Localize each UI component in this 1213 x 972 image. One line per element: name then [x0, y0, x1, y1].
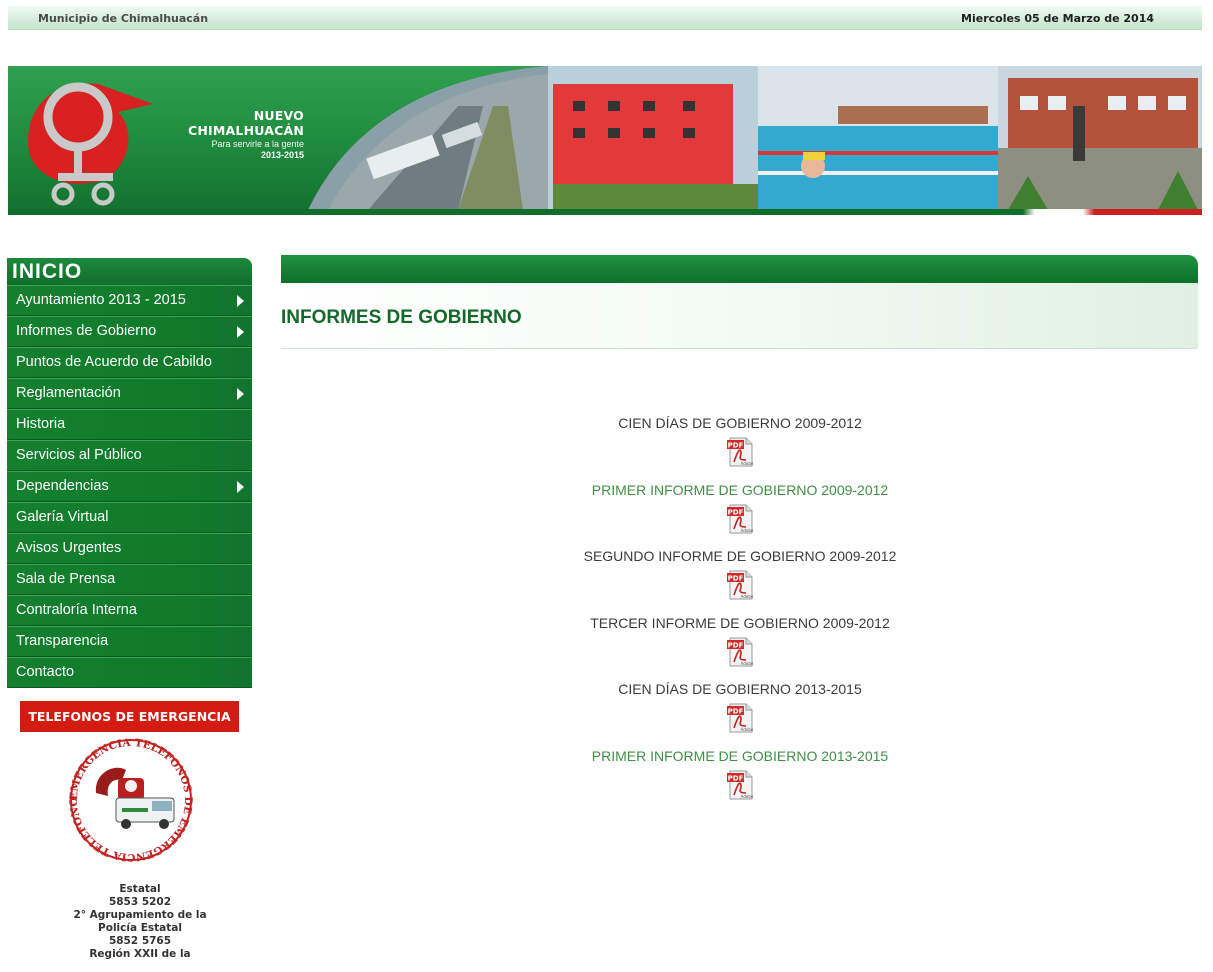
reports-list: CIEN DÍAS DE GOBIERNO 2009-2012 PDF Adobe P…	[460, 415, 1020, 814]
header-banner: NUEVO CHIMALHUACÁN Para servirle a la ge…	[8, 66, 1202, 216]
pdf-icon-label: PDF	[728, 774, 744, 782]
content-header-bar	[281, 255, 1198, 283]
pdf-icon-sublabel: Adobe	[741, 727, 754, 732]
sidebar-item[interactable]: Historia	[7, 409, 252, 440]
sidebar-item[interactable]: Transparencia	[7, 626, 252, 657]
pdf-icon-label: PDF	[728, 641, 744, 649]
sidebar-item[interactable]: Dependencias	[7, 471, 252, 502]
report-item: CIEN DÍAS DE GOBIERNO 2009-2012 PDF Adobe	[460, 415, 1020, 482]
nav-home-link[interactable]: INICIO	[7, 258, 252, 285]
brand-title: NUEVO CHIMALHUACÁN	[188, 108, 304, 138]
sidebar-item-label: Reglamentación	[16, 385, 121, 401]
current-date: Miercoles 05 de Marzo de 2014	[961, 12, 1154, 25]
pdf-icon-label: PDF	[728, 442, 744, 450]
report-item: SEGUNDO INFORME DE GOBIERNO 2009-2012 PDF…	[460, 548, 1020, 615]
pdf-download-icon[interactable]: PDF Adobe	[724, 636, 756, 668]
banner-photo-collage	[308, 66, 1202, 210]
sidebar-item-label: Ayuntamiento 2013 - 2015	[16, 292, 186, 308]
brand-slogan: Para servirle a la gente	[211, 139, 304, 149]
pdf-icon-sublabel: Adobe	[741, 594, 754, 599]
emergency-phone-list: Estatal 5853 5202 2° Agrupamiento de la Pol…	[40, 883, 240, 961]
sidebar-item-label: Galería Virtual	[16, 509, 109, 525]
report-item: PRIMER INFORME DE GOBIERNO 2009-2012 PDF A…	[460, 482, 1020, 549]
sidebar-item-label: Servicios al Público	[16, 447, 142, 463]
brand-text: NUEVO CHIMALHUACÁN Para servirle a la ge…	[154, 108, 304, 160]
sidebar-item-label: Historia	[16, 416, 66, 432]
emergency-phones-seal[interactable]: EMERGENCIA TELEFONOS DE EMERGENCIA TELEF…	[64, 738, 198, 862]
sidebar-item[interactable]: Servicios al Público	[7, 440, 252, 471]
sidebar-item[interactable]: Avisos Urgentes	[7, 533, 252, 564]
sidebar-item-label: Dependencias	[16, 478, 109, 494]
sidebar-item[interactable]: Informes de Gobierno	[7, 316, 252, 347]
top-bar: Municipio de Chimalhuacán Miercoles 05 d…	[8, 6, 1202, 30]
brand-period: 2013-2015	[260, 150, 304, 160]
pdf-download-icon[interactable]: PDF Adobe	[724, 503, 756, 535]
pdf-icon-sublabel: Adobe	[741, 661, 754, 666]
sidebar-item[interactable]: Ayuntamiento 2013 - 2015	[7, 285, 252, 316]
sidebar-menu: INICIO Ayuntamiento 2013 - 2015 Informes …	[7, 258, 252, 688]
pdf-icon-label: PDF	[728, 508, 744, 516]
pdf-download-icon[interactable]: PDF Adobe	[724, 702, 756, 734]
phone-line: Estatal	[119, 883, 161, 895]
pdf-icon-sublabel: Adobe	[741, 528, 754, 533]
pdf-download-icon[interactable]: PDF Adobe	[724, 569, 756, 601]
submenu-arrow-icon	[237, 326, 244, 338]
sidebar-item[interactable]: Reglamentación	[7, 378, 252, 409]
sidebar-item-label: Transparencia	[16, 633, 109, 649]
submenu-arrow-icon	[237, 388, 244, 400]
submenu-arrow-icon	[237, 481, 244, 493]
report-link[interactable]: PRIMER INFORME DE GOBIERNO 2009-2012	[592, 482, 888, 498]
report-item: CIEN DÍAS DE GOBIERNO 2013-2015 PDF Adobe	[460, 681, 1020, 748]
sidebar-item[interactable]: Puntos de Acuerdo de Cabildo	[7, 347, 252, 378]
report-link[interactable]: PRIMER INFORME DE GOBIERNO 2013-2015	[592, 748, 888, 764]
sidebar-item-label: Contraloría Interna	[16, 602, 137, 618]
phone-line: 2° Agrupamiento de la	[73, 909, 207, 921]
municipality-logo	[28, 82, 153, 206]
sidebar-item[interactable]: Contraloría Interna	[7, 595, 252, 626]
pdf-icon-sublabel: Adobe	[741, 461, 754, 466]
pdf-icon-label: PDF	[728, 575, 744, 583]
report-item: PRIMER INFORME DE GOBIERNO 2013-2015 PDF A…	[460, 748, 1020, 815]
report-item: TERCER INFORME DE GOBIERNO 2009-2012 PDF A…	[460, 615, 1020, 682]
municipality-name: Municipio de Chimalhuacán	[38, 12, 209, 25]
report-link[interactable]: CIEN DÍAS DE GOBIERNO 2013-2015	[618, 681, 862, 697]
pdf-download-icon[interactable]: PDF Adobe	[724, 436, 756, 468]
sidebar-item[interactable]: Sala de Prensa	[7, 564, 252, 595]
sidebar-item-label: Puntos de Acuerdo de Cabildo	[16, 354, 212, 370]
page-title: INFORMES DE GOBIERNO	[281, 307, 522, 328]
sidebar-item-label: Avisos Urgentes	[16, 540, 122, 556]
pdf-icon-sublabel: Adobe	[741, 794, 754, 799]
emergency-phones-button[interactable]: TELEFONOS DE EMERGENCIA	[20, 701, 239, 732]
phone-line: Policía Estatal	[98, 922, 182, 934]
pdf-download-icon[interactable]: PDF Adobe	[724, 769, 756, 801]
phone-line: Región XXII de la	[89, 948, 191, 960]
sidebar-item-label: Sala de Prensa	[16, 571, 116, 587]
pdf-icon-label: PDF	[728, 708, 744, 716]
sidebar-item-label: Informes de Gobierno	[16, 323, 157, 339]
phone-line: 5853 5202	[108, 896, 172, 908]
report-link[interactable]: SEGUNDO INFORME DE GOBIERNO 2009-2012	[584, 548, 897, 564]
report-link[interactable]: TERCER INFORME DE GOBIERNO 2009-2012	[590, 615, 890, 631]
sidebar-item[interactable]: Galería Virtual	[7, 502, 252, 533]
submenu-arrow-icon	[237, 295, 244, 307]
nav-items: Ayuntamiento 2013 - 2015 Informes de Gobi…	[7, 285, 252, 688]
banner-bottom-stripe	[8, 209, 1202, 215]
report-link[interactable]: CIEN DÍAS DE GOBIERNO 2009-2012	[618, 415, 862, 431]
phone-line: 5852 5765	[108, 935, 172, 947]
sidebar-item[interactable]: Contacto	[7, 657, 252, 688]
sidebar-item-label: Contacto	[16, 664, 75, 680]
content-title-area: INFORMES DE GOBIERNO	[281, 283, 1198, 349]
